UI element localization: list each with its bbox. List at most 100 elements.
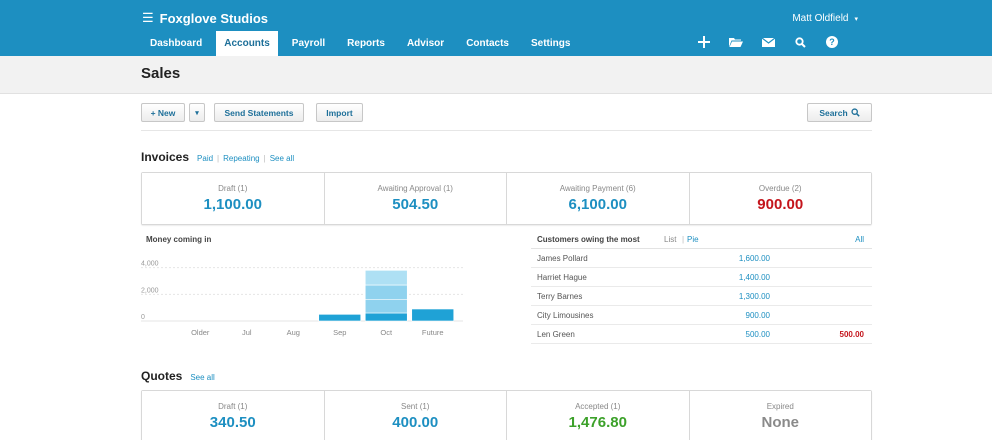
user-menu[interactable]: Matt Oldfield ▾ xyxy=(792,13,858,24)
link-divider: | xyxy=(682,235,685,244)
invoices-repeating-link[interactable]: Repeating xyxy=(223,154,259,163)
folder-icon[interactable] xyxy=(720,32,752,52)
invoices-title: Invoices xyxy=(141,150,190,164)
import-button[interactable]: Import xyxy=(316,103,363,122)
tile-label: Awaiting Payment (6) xyxy=(559,184,636,193)
bar-segment xyxy=(411,308,455,322)
owing-row[interactable]: Terry Barnes 1,300.00 xyxy=(531,287,872,306)
invoice-awaiting-payment-tile[interactable]: Awaiting Payment (6) 6,100.00 xyxy=(507,173,690,224)
tile-label: Overdue (2) xyxy=(758,184,802,193)
toolbar: + New ▾ Send Statements Import Search xyxy=(141,103,872,131)
owing-row[interactable]: City Limousines 900.00 xyxy=(531,306,872,325)
tile-value: 1,100.00 xyxy=(203,196,262,213)
tile-value: 340.50 xyxy=(209,414,256,431)
tab-contacts[interactable]: Contacts xyxy=(458,31,517,56)
x-tick-label: Jul xyxy=(242,328,252,337)
amount-owing[interactable]: 1,300.00 xyxy=(739,292,770,301)
search-icon[interactable] xyxy=(784,32,816,52)
tile-label: Accepted (1) xyxy=(575,402,621,411)
new-dropdown-button[interactable]: ▾ xyxy=(189,103,205,122)
owing-all-link[interactable]: All xyxy=(855,235,864,244)
invoice-draft-tile[interactable]: Draft (1) 1,100.00 xyxy=(142,173,325,224)
tile-label: Sent (1) xyxy=(401,402,430,411)
chevron-down-icon[interactable]: ▾ xyxy=(854,15,858,23)
y-tick-label: 4,000 xyxy=(141,261,159,268)
nav-icons: ? xyxy=(688,32,848,52)
tile-value: 900.00 xyxy=(757,196,804,213)
user-name[interactable]: Matt Oldfield xyxy=(792,13,848,24)
customer-name[interactable]: City Limousines xyxy=(537,311,593,320)
customer-name[interactable]: Terry Barnes xyxy=(537,292,582,301)
amount-owing[interactable]: 1,600.00 xyxy=(739,254,770,263)
tab-reports[interactable]: Reports xyxy=(339,31,393,56)
tab-accounts[interactable]: Accounts xyxy=(216,31,278,56)
link-divider: | xyxy=(263,154,266,163)
tab-advisor[interactable]: Advisor xyxy=(399,31,452,56)
y-tick-label: 0 xyxy=(141,314,145,321)
invoice-awaiting-approval-tile[interactable]: Awaiting Approval (1) 504.50 xyxy=(324,173,507,224)
org-switcher[interactable]: ☰ Foxglove Studios xyxy=(142,10,268,26)
money-in-chart: 0 2,000 4,000 Older Jul Aug Sep Oct Future xyxy=(141,261,463,337)
top-bar: ☰ Foxglove Studios Matt Oldfield ▾ Dashb… xyxy=(0,0,992,56)
tile-label: Draft (1) xyxy=(218,184,248,193)
owing-row[interactable]: James Pollard 1,600.00 xyxy=(531,249,872,268)
owing-row[interactable]: Harriet Hague 1,400.00 xyxy=(531,268,872,287)
customer-name[interactable]: Harriet Hague xyxy=(537,273,587,282)
tile-label: Awaiting Approval (1) xyxy=(377,184,453,193)
quotes-summary: Draft (1) 340.50 Sent (1) 400.00 Accepte… xyxy=(141,390,872,440)
money-in-title: Money coming in xyxy=(146,235,212,244)
amount-overdue[interactable]: 500.00 xyxy=(840,330,864,339)
x-tick-label: Aug xyxy=(287,328,300,337)
owing-header: Customers owing the most List | Pie All xyxy=(531,230,872,249)
help-icon[interactable]: ? xyxy=(816,32,848,52)
org-name[interactable]: Foxglove Studios xyxy=(160,11,268,26)
owing-list-option[interactable]: List xyxy=(664,235,676,244)
owing-row[interactable]: Len Green 500.00 500.00 xyxy=(531,325,872,344)
invoices-paid-link[interactable]: Paid xyxy=(197,154,213,163)
search-icon xyxy=(851,108,860,117)
tile-label: Expired xyxy=(766,402,794,411)
x-tick-label: Future xyxy=(422,328,444,337)
owing-pie-option[interactable]: Pie xyxy=(687,235,699,244)
bar-segment xyxy=(364,284,408,300)
quotes-header: Quotes See all xyxy=(141,369,215,383)
main-nav: Dashboard Accounts Payroll Reports Advis… xyxy=(142,31,584,56)
page-header: Sales xyxy=(0,56,992,94)
bar-segment xyxy=(364,299,408,314)
invoices-summary: Draft (1) 1,100.00 Awaiting Approval (1)… xyxy=(141,172,872,225)
quote-sent-tile[interactable]: Sent (1) 400.00 xyxy=(324,391,507,440)
bar-segment xyxy=(318,314,362,322)
y-tick-label: 2,000 xyxy=(141,287,159,294)
search-button[interactable]: Search xyxy=(807,103,872,122)
quotes-see-all-link[interactable]: See all xyxy=(190,373,214,382)
customer-name[interactable]: James Pollard xyxy=(537,254,588,263)
tab-payroll[interactable]: Payroll xyxy=(284,31,333,56)
tile-value: 6,100.00 xyxy=(568,196,627,213)
quote-draft-tile[interactable]: Draft (1) 340.50 xyxy=(142,391,325,440)
new-button[interactable]: + New xyxy=(141,103,185,122)
list-menu-icon[interactable]: ☰ xyxy=(142,10,154,26)
invoice-overdue-tile[interactable]: Overdue (2) 900.00 xyxy=(689,173,871,224)
tile-label: Draft (1) xyxy=(218,402,248,411)
quote-expired-tile[interactable]: Expired None xyxy=(689,391,871,440)
amount-owing[interactable]: 900.00 xyxy=(746,311,770,320)
link-divider: | xyxy=(217,154,220,163)
amount-owing[interactable]: 500.00 xyxy=(746,330,770,339)
tile-value: 1,476.80 xyxy=(568,414,627,431)
invoices-see-all-link[interactable]: See all xyxy=(270,154,294,163)
tile-value: None xyxy=(761,414,800,431)
quote-accepted-tile[interactable]: Accepted (1) 1,476.80 xyxy=(507,391,690,440)
send-statements-button[interactable]: Send Statements xyxy=(214,103,304,122)
bar-segment xyxy=(364,270,408,286)
plus-icon[interactable] xyxy=(688,32,720,52)
x-tick-label: Oct xyxy=(380,328,393,337)
x-tick-label: Sep xyxy=(333,328,346,337)
tile-value: 504.50 xyxy=(392,196,439,213)
amount-owing[interactable]: 1,400.00 xyxy=(739,273,770,282)
tab-dashboard[interactable]: Dashboard xyxy=(142,31,210,56)
quotes-title: Quotes xyxy=(141,369,183,383)
mail-icon[interactable] xyxy=(752,32,784,52)
tab-settings[interactable]: Settings xyxy=(523,31,578,56)
search-button-label: Search xyxy=(819,107,848,118)
customer-name[interactable]: Len Green xyxy=(537,330,575,339)
